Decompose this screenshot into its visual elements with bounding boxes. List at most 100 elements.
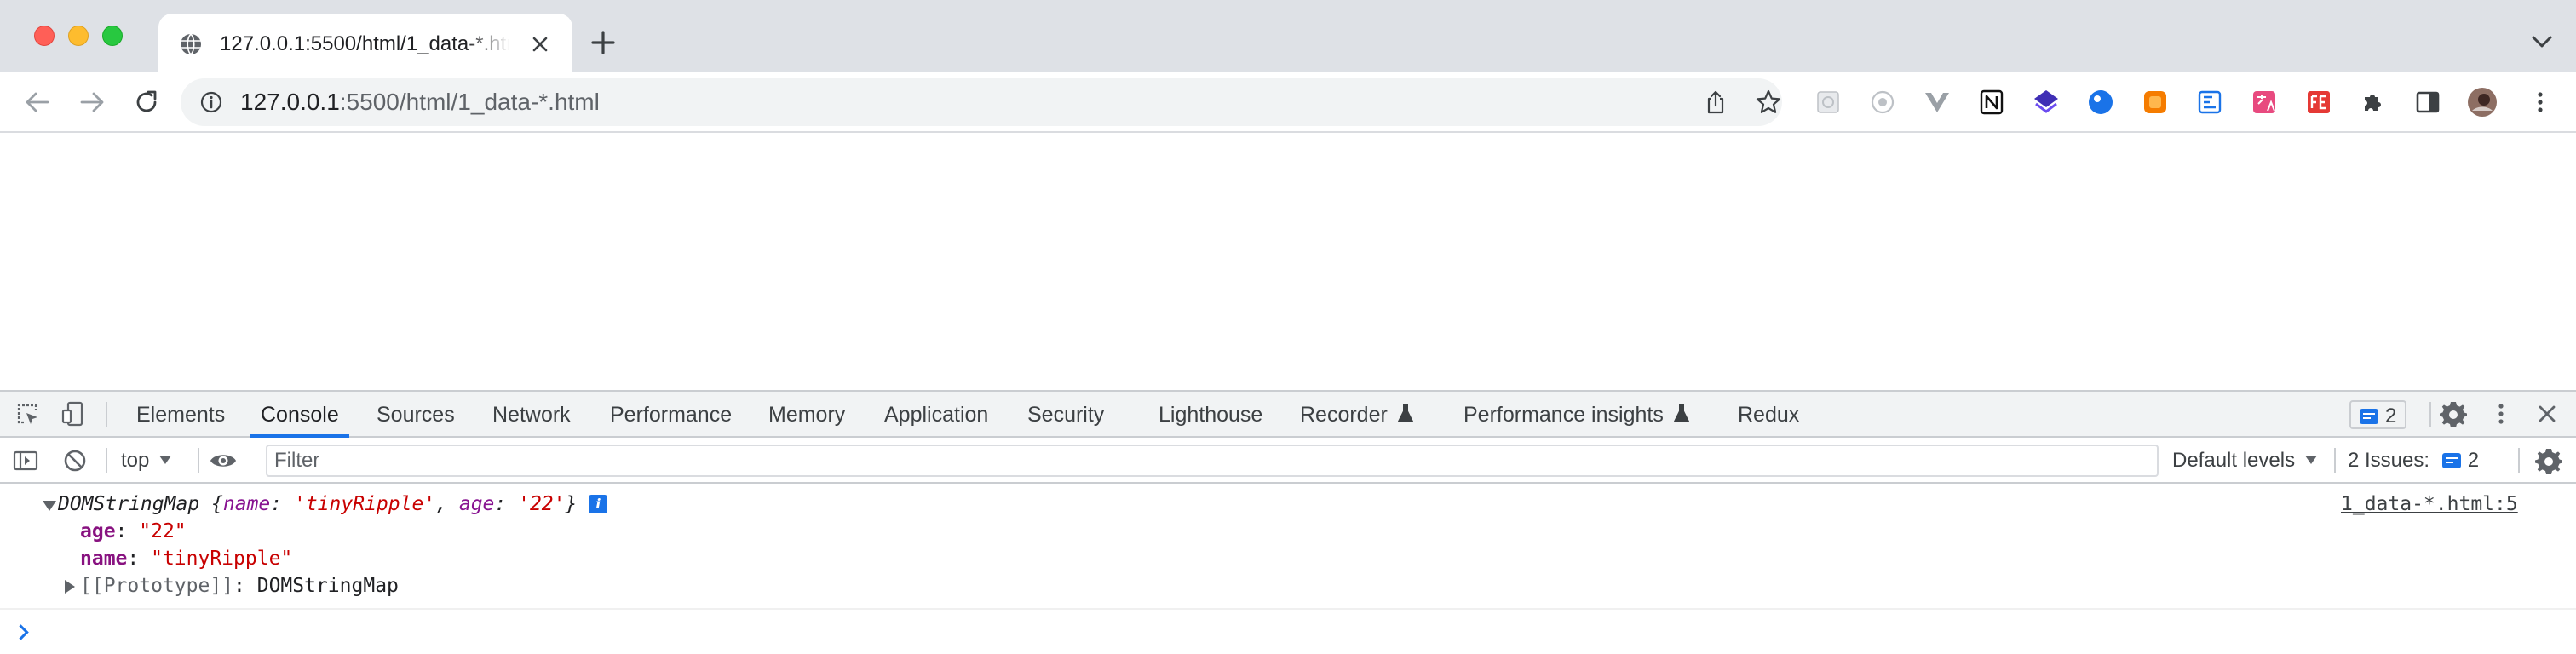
- console-toolbar: top Default levels 2 Issues: 2: [0, 438, 2576, 484]
- brace-open: {: [211, 493, 223, 515]
- property-key: name: [80, 548, 128, 570]
- url-path: :5500/html/1_data-*.html: [339, 89, 600, 115]
- info-icon[interactable]: i: [589, 495, 608, 513]
- log-levels-dropdown[interactable]: Default levels: [2172, 446, 2318, 475]
- issues-counter-button[interactable]: 2: [2349, 400, 2407, 429]
- devtools-tab-bar: Elements Console Sources Network Perform…: [0, 392, 2576, 438]
- prototype-value: DOMStringMap: [256, 575, 399, 597]
- console-output: DOMStringMap {name: 'tinyRipple', age: '…: [0, 484, 2576, 654]
- clear-console-icon[interactable]: [60, 445, 90, 476]
- property-row: name: "tinyRipple": [80, 548, 293, 570]
- caret-down-icon: [159, 456, 172, 464]
- tab-application[interactable]: Application: [884, 392, 988, 436]
- prototype-row[interactable]: [[Prototype]]: DOMStringMap: [80, 572, 399, 600]
- browser-tab[interactable]: 127.0.0.1:5500/html/1_data-*.html: [158, 14, 572, 72]
- tab-performance[interactable]: Performance: [610, 392, 732, 436]
- reload-icon[interactable]: [129, 85, 164, 119]
- issues-count: 2: [2385, 404, 2397, 427]
- show-sidebar-icon[interactable]: [10, 445, 41, 476]
- tab-elements[interactable]: Elements: [136, 392, 225, 436]
- tab-memory[interactable]: Memory: [768, 392, 845, 436]
- caret-down-icon: [2305, 456, 2318, 464]
- tab-security[interactable]: Security: [1027, 392, 1104, 436]
- tab-sources[interactable]: Sources: [377, 392, 455, 436]
- rss-reader-icon[interactable]: [2138, 85, 2172, 119]
- share-icon[interactable]: [1702, 89, 1729, 116]
- inspect-element-icon[interactable]: [12, 399, 43, 429]
- translate-icon[interactable]: [2247, 85, 2281, 119]
- property-value: "tinyRipple": [151, 548, 293, 570]
- tab-performance-insights[interactable]: Performance insights: [1463, 392, 1691, 436]
- vue-devtools-icon[interactable]: [1920, 85, 1954, 119]
- devtools-panel: Elements Console Sources Network Perform…: [0, 390, 2576, 654]
- tab-network[interactable]: Network: [492, 392, 571, 436]
- property-key: age: [80, 520, 116, 542]
- live-expression-eye-icon[interactable]: [208, 445, 239, 476]
- preview-key: age: [458, 493, 495, 515]
- expand-toggle-icon[interactable]: [43, 501, 56, 511]
- property-row: age: "22": [80, 520, 187, 542]
- source-link[interactable]: 1_data-*.html:5: [2341, 490, 2518, 518]
- back-icon[interactable]: [20, 85, 55, 119]
- message-icon: [2441, 453, 2461, 468]
- extension-box-icon[interactable]: [2193, 85, 2227, 119]
- expand-prototype-icon[interactable]: [65, 580, 75, 594]
- extension-blue-circle-icon[interactable]: [2084, 85, 2118, 119]
- console-prompt-icon[interactable]: [13, 624, 29, 640]
- flask-icon: [1673, 404, 1689, 422]
- tab-lighthouse[interactable]: Lighthouse: [1159, 392, 1262, 436]
- console-settings-gear-icon[interactable]: [2533, 445, 2564, 476]
- chevron-down-icon[interactable]: [2525, 27, 2559, 58]
- message-icon: [2360, 409, 2378, 424]
- tab-recorder-label: Recorder: [1300, 403, 1388, 427]
- globe-icon: [181, 33, 201, 55]
- url-host: 127.0.0.1: [240, 89, 340, 115]
- prototype-label: [[Prototype]]: [80, 575, 234, 597]
- context-selector[interactable]: top: [121, 446, 172, 475]
- extensions-puzzle-icon[interactable]: [2356, 85, 2390, 119]
- tab-redux[interactable]: Redux: [1738, 392, 1799, 436]
- more-vertical-icon[interactable]: [2486, 399, 2516, 429]
- console-issues-count: 2: [2467, 449, 2480, 472]
- console-issues-label: 2 Issues:: [2348, 449, 2430, 472]
- object-summary[interactable]: DOMStringMap {name: 'tinyRipple', age: '…: [58, 490, 608, 518]
- close-devtools-icon[interactable]: [2532, 399, 2562, 429]
- toolbar-divider: [198, 448, 199, 473]
- fe-helper-icon[interactable]: [2302, 85, 2336, 119]
- new-tab-icon[interactable]: [586, 26, 620, 60]
- extension-grid-icon[interactable]: [1811, 85, 1845, 119]
- console-issues-button[interactable]: 2 Issues: 2: [2344, 446, 2482, 475]
- object-type: DOMStringMap: [58, 493, 200, 515]
- maximize-window-button[interactable]: [102, 26, 123, 46]
- device-toolbar-icon[interactable]: [58, 399, 89, 429]
- browser-toolbar: 127.0.0.1:5500/html/1_data-*.html: [0, 72, 2576, 133]
- console-filter-input[interactable]: [266, 445, 2159, 477]
- context-value: top: [121, 449, 150, 472]
- close-tab-icon[interactable]: [526, 31, 554, 58]
- more-vertical-icon[interactable]: [2523, 85, 2557, 119]
- preview-value: 'tinyRipple': [293, 493, 436, 515]
- tab-strip: 127.0.0.1:5500/html/1_data-*.html: [0, 0, 2576, 72]
- extension-target-icon[interactable]: [1866, 85, 1900, 119]
- layers-icon[interactable]: [2029, 85, 2063, 119]
- console-divider: [0, 608, 2576, 610]
- bookmark-star-icon[interactable]: [1755, 89, 1782, 116]
- url-text: 127.0.0.1:5500/html/1_data-*.html: [240, 87, 600, 118]
- tab-recorder[interactable]: Recorder: [1300, 392, 1415, 436]
- site-info-icon[interactable]: [199, 90, 223, 114]
- minimize-window-button[interactable]: [68, 26, 89, 46]
- side-panel-icon[interactable]: [2411, 85, 2445, 119]
- profile-avatar[interactable]: [2465, 85, 2499, 119]
- toolbar-divider: [2334, 448, 2336, 473]
- address-bar[interactable]: 127.0.0.1:5500/html/1_data-*.html: [181, 78, 1782, 126]
- close-window-button[interactable]: [34, 26, 55, 46]
- tab-console[interactable]: Console: [250, 392, 349, 438]
- preview-key: name: [222, 493, 271, 515]
- toolbar-divider: [2518, 448, 2520, 473]
- settings-gear-icon[interactable]: [2438, 399, 2469, 429]
- tab-title: 127.0.0.1:5500/html/1_data-*.html: [220, 32, 509, 55]
- brace-close: }: [565, 493, 578, 515]
- forward-icon[interactable]: [75, 85, 109, 119]
- tab-performance-insights-label: Performance insights: [1463, 403, 1664, 427]
- notion-icon[interactable]: [1975, 85, 2009, 119]
